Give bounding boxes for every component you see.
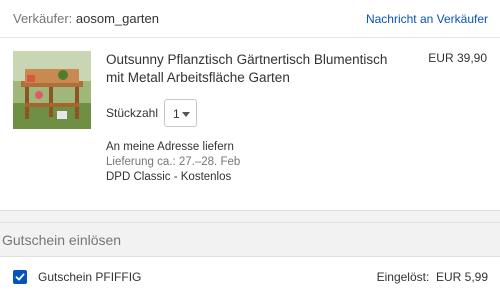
quantity-value: 1 (173, 107, 180, 121)
check-icon (15, 273, 25, 281)
cart-item-card: Verkäufer: aosom_garten Nachricht an Ver… (0, 0, 500, 211)
coupon-label: Gutschein PFIFFIG (38, 270, 142, 284)
quantity-select[interactable]: 1 (164, 99, 197, 127)
coupon-row: Gutschein PFIFFIG Eingelöst: EUR 5,99 (0, 256, 500, 296)
chevron-down-icon (182, 112, 190, 117)
product-title[interactable]: Outsunny Pflanztisch Gärtnertisch Blumen… (106, 51, 396, 87)
coupon-redeemed-label: Eingelöst: (376, 270, 430, 284)
contact-seller-link[interactable]: Nachricht an Verkäufer (366, 12, 488, 26)
seller-name: aosom_garten (75, 11, 160, 26)
shipping-address: An meine Adresse liefern (106, 141, 234, 153)
delivery-estimate: Lieferung ca.: 27.–28. Feb (106, 156, 241, 168)
product-image[interactable] (13, 51, 91, 129)
coupon-section-header: Gutschein einlösen (0, 222, 500, 256)
seller-label: Verkäufer: aosom_garten (13, 11, 160, 26)
coupon-section-title: Gutschein einlösen (2, 232, 122, 248)
shipping-method: DPD Classic - Kostenlos (106, 171, 232, 183)
coupon-redeemed: Eingelöst: EUR 5,99 (377, 270, 488, 284)
product-price: EUR 39,90 (428, 51, 487, 65)
coupon-checkbox[interactable] (13, 270, 27, 284)
coupon-redeemed-amount: EUR 5,99 (435, 270, 488, 284)
seller-row: Verkäufer: aosom_garten Nachricht an Ver… (0, 0, 500, 38)
quantity-label: Stückzahl (106, 106, 159, 120)
